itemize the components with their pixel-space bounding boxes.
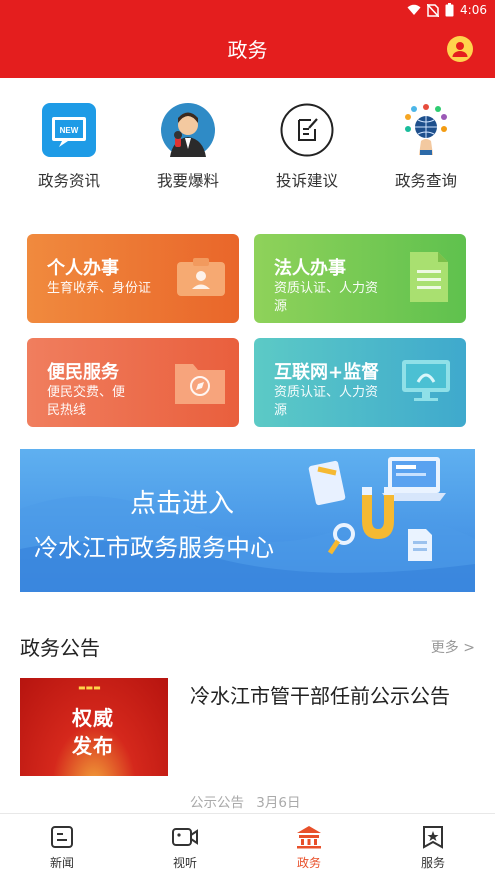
svg-text:NEW: NEW [60,126,79,135]
tab-news[interactable]: 新闻 [22,824,102,871]
card-title: 便民服务 [47,362,119,383]
document-icon [408,250,450,308]
page-title: 政务 [227,38,268,62]
card-subtitle: 资质认证、人力资源 [274,281,379,314]
card-title: 个人办事 [47,258,119,279]
service-card-personal[interactable]: 个人办事 生育收养、身份证 [27,234,239,323]
news-item-category: 公示公告 [190,795,244,811]
no-sim-icon [427,3,440,17]
folder-compass-icon [173,356,227,410]
banner-subheading: 冷水江市政务服务中心 [34,534,274,562]
government-tab-icon [269,824,349,850]
thumbnail-logo: ▬▬▬ [78,683,101,692]
video-tab-icon [145,824,225,850]
app-header: 4:06 政务 [0,0,495,78]
news-tab-icon [22,824,102,850]
card-subtitle: 便民交费、便民热线 [47,385,126,418]
monitor-icon [400,356,452,408]
card-title: 法人办事 [274,258,346,279]
service-illustration [308,457,446,561]
tab-label: 新闻 [49,856,74,870]
tab-label: 视听 [172,856,197,870]
card-subtitle: 资质认证、人力资源 [274,385,379,418]
id-card-icon [175,252,227,304]
quick-link-label: 政务查询 [394,172,457,190]
news-item-date: 3月6日 [256,795,301,811]
status-time: 4:06 [460,3,487,17]
tab-service[interactable]: 服务 [393,824,473,871]
service-card-internet-supervision[interactable]: 互联网+监督 资质认证、人力资源 [254,338,466,427]
quick-link-label: 我要爆料 [156,172,219,190]
service-card-legal-person[interactable]: 法人办事 资质认证、人力资源 [254,234,466,323]
edit-icon [280,103,334,157]
reporter-avatar-icon [161,103,215,157]
news-item-meta: 公示公告 3月6日 [190,791,300,811]
tab-label: 服务 [420,856,445,870]
section-title-announcements: 政务公告 [20,636,100,660]
quick-link-complaint[interactable]: 投诉建议 [257,100,357,191]
card-title: 互联网+监督 [274,362,380,383]
tab-label: 政务 [296,856,321,870]
quick-link-label: 投诉建议 [275,172,338,190]
banner-heading: 点击进入 [130,489,235,519]
service-card-convenience[interactable]: 便民服务 便民交费、便民热线 [27,338,239,427]
bottom-tab-bar: 新闻 视听 政务 服务 [0,813,495,880]
globe-query-icon [399,103,453,157]
wifi-icon [407,4,421,15]
status-bar: 4:06 [407,2,487,18]
quick-link-label: 政务资讯 [37,172,100,190]
quick-link-query[interactable]: 政务查询 [376,100,476,191]
service-tab-icon [393,824,473,850]
thumbnail-text: 权威 发布 [72,706,114,758]
news-icon: NEW [42,103,96,157]
battery-icon [445,3,454,17]
tab-government[interactable]: 政务 [269,824,349,871]
quick-links: NEW 政务资讯 我要爆料 投诉建议 政务查询 [0,100,495,195]
card-subtitle: 生育收养、身份证 [47,281,152,296]
user-profile-button[interactable] [447,36,473,62]
news-thumbnail[interactable]: ▬▬▬ 权威 发布 [20,678,168,776]
tab-video[interactable]: 视听 [145,824,225,871]
service-center-banner[interactable]: 点击进入 冷水江市政务服务中心 [20,449,475,592]
news-item-title[interactable]: 冷水江市管干部任前公示公告 [190,680,475,713]
more-announcements-link[interactable]: 更多 > [431,637,475,657]
quick-link-report[interactable]: 我要爆料 [138,100,238,191]
user-icon [452,42,468,57]
quick-link-news[interactable]: NEW 政务资讯 [19,100,119,191]
